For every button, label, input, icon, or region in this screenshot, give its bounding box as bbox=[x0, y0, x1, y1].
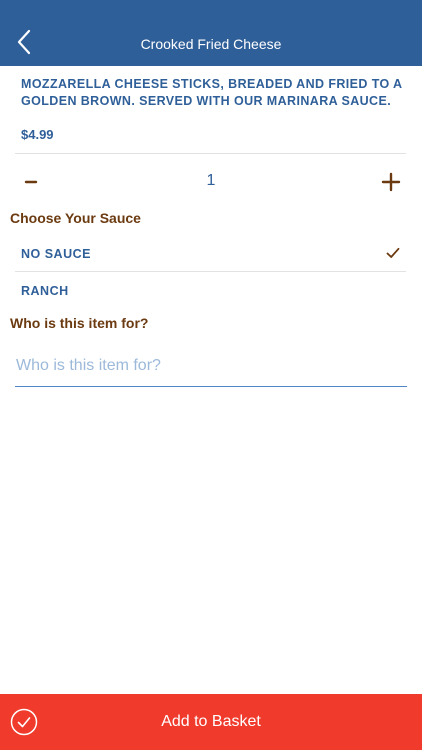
plus-icon bbox=[381, 172, 401, 192]
sauce-section-title: Choose Your Sauce bbox=[10, 210, 141, 226]
sauce-option-ranch[interactable]: Ranch bbox=[15, 273, 406, 309]
decrease-quantity-button[interactable] bbox=[17, 168, 45, 196]
item-price: $4.99 bbox=[21, 127, 54, 142]
recipient-section-title: Who is this item for? bbox=[10, 315, 149, 331]
sauce-option-label: No Sauce bbox=[21, 247, 91, 261]
add-to-basket-button[interactable]: Add to Basket bbox=[0, 694, 422, 750]
page-title: Crooked Fried Cheese bbox=[140, 36, 282, 52]
item-description: Mozzarella cheese sticks, breaded and fr… bbox=[21, 77, 403, 108]
minus-icon bbox=[24, 180, 38, 184]
recipient-name-input[interactable] bbox=[15, 346, 407, 387]
divider bbox=[15, 153, 406, 154]
sauce-option-label: Ranch bbox=[21, 284, 69, 298]
sauce-option-no-sauce[interactable]: No Sauce bbox=[15, 236, 406, 272]
divider bbox=[15, 271, 406, 272]
add-to-basket-label: Add to Basket bbox=[161, 713, 261, 730]
navigation-bar: Crooked Fried Cheese bbox=[0, 0, 422, 66]
checkmark-icon bbox=[386, 247, 400, 258]
quantity-value: 1 bbox=[206, 172, 216, 189]
increase-quantity-button[interactable] bbox=[377, 168, 405, 196]
